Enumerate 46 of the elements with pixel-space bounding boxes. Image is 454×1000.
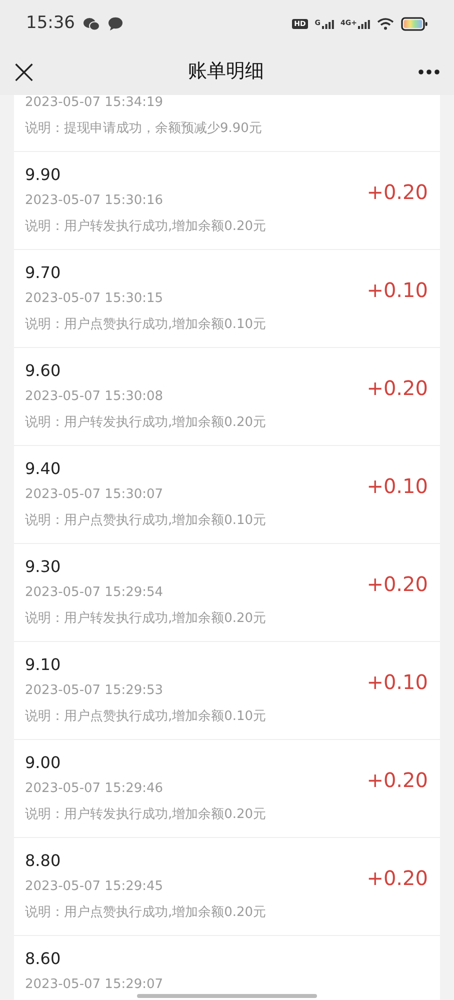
balance-text: 8.60 bbox=[25, 948, 62, 970]
amount-text: +0.20 bbox=[366, 571, 428, 598]
balance-text: 9.10 bbox=[25, 654, 62, 676]
record-note: 说明：用户点赞执行成功,增加余额0.10元 bbox=[25, 708, 266, 726]
record-time: 2023-05-07 15:30:16 bbox=[25, 192, 164, 210]
chat-app-icon bbox=[83, 17, 100, 31]
amount-text: +0.20 bbox=[366, 767, 428, 794]
record-time: 2023-05-07 15:30:08 bbox=[25, 388, 164, 406]
record-note: 说明：用户点赞执行成功,增加余额0.10元 bbox=[25, 512, 266, 530]
record-time: 2023-05-07 15:29:46 bbox=[25, 780, 164, 798]
balance-text: 9.60 bbox=[25, 360, 62, 382]
record-time: 2023-05-07 15:29:54 bbox=[25, 584, 164, 602]
record-note: 说明：用户转发执行成功,增加余额0.20元 bbox=[25, 414, 266, 432]
status-time: 15:36 bbox=[26, 12, 75, 36]
balance-text: 9.70 bbox=[25, 262, 62, 284]
close-button[interactable]: × bbox=[14, 54, 34, 88]
record-note: 说明：用户点赞执行成功,增加余额0.20元 bbox=[25, 904, 266, 922]
more-icon[interactable] bbox=[418, 68, 440, 74]
record-time: 2023-05-07 15:34:19 bbox=[25, 95, 164, 112]
record-note: 说明：用户转发执行成功,增加余额0.20元 bbox=[25, 610, 266, 628]
record-time: 2023-05-07 15:29:45 bbox=[25, 878, 164, 896]
record-time: 2023-05-07 15:30:07 bbox=[25, 486, 164, 504]
signal-icon bbox=[358, 20, 370, 28]
signal-icon bbox=[322, 20, 334, 28]
page-title: 账单明细 bbox=[188, 59, 264, 84]
amount-text: +0.20 bbox=[366, 179, 428, 206]
battery-icon bbox=[401, 17, 428, 31]
amount-text: +0.20 bbox=[366, 865, 428, 892]
balance-text: 9.30 bbox=[25, 556, 62, 578]
record-note: 说明：用户转发执行成功,增加余额0.20元 bbox=[25, 806, 266, 824]
amount-text: +0.10 bbox=[366, 473, 428, 500]
balance-text: 9.90 bbox=[25, 164, 62, 186]
balance-text: 9.40 bbox=[25, 458, 62, 480]
amount-text: +0.10 bbox=[366, 277, 428, 304]
message-bubble-icon bbox=[108, 17, 123, 31]
record-note: 说明：用户转发执行成功,增加余额0.20元 bbox=[25, 218, 266, 236]
balance-text: 9.00 bbox=[25, 752, 62, 774]
record-time: 2023-05-07 15:30:15 bbox=[25, 290, 164, 308]
record-note: 说明：用户点赞执行成功,增加余额0.10元 bbox=[25, 316, 266, 334]
wifi-icon bbox=[377, 18, 394, 30]
amount-text: +0.20 bbox=[366, 375, 428, 402]
record-time: 2023-05-07 15:29:07 bbox=[25, 976, 164, 994]
balance-text: 8.80 bbox=[25, 850, 62, 872]
record-note: 说明：提现申请成功，余额预减少9.90元 bbox=[25, 120, 262, 138]
record-time: 2023-05-07 15:29:53 bbox=[25, 682, 164, 700]
amount-text: +0.10 bbox=[366, 669, 428, 696]
